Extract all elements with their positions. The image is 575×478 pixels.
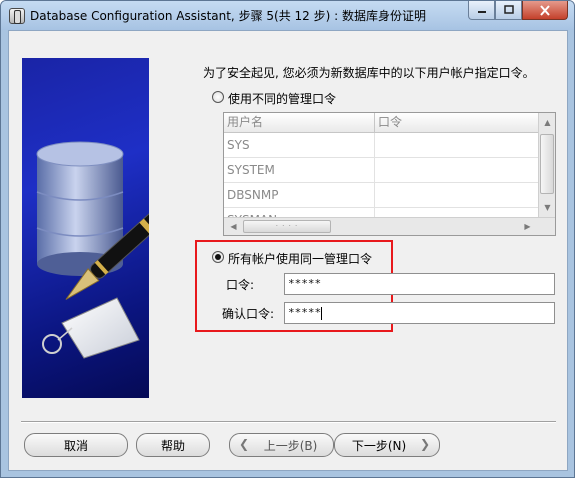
cell-password[interactable] <box>375 183 538 208</box>
horizontal-scroll-thumb[interactable]: · · · · <box>243 220 331 233</box>
intro-text: 为了安全起见, 您必须为新数据库中的以下用户帐户指定口令。 <box>203 66 535 80</box>
cell-username: SYSTEM <box>224 158 375 183</box>
cancel-button-label: 取消 <box>63 438 88 453</box>
vertical-scrollbar[interactable]: ▲ ▼ <box>538 113 555 217</box>
cell-username: DBSNMP <box>224 183 375 208</box>
app-icon[interactable] <box>9 8 25 24</box>
radio-different-passwords-label[interactable]: 使用不同的管理口令 <box>228 90 336 107</box>
help-button[interactable]: 帮助 <box>136 433 210 457</box>
cell-password[interactable] <box>375 158 538 183</box>
column-header-username[interactable]: 用户名 <box>224 113 375 133</box>
cell-username: SYS <box>224 133 375 158</box>
scroll-up-icon[interactable]: ▲ <box>540 115 555 130</box>
chevron-right-icon: ❯ <box>419 437 430 451</box>
table-body: SYS SYSTEM DBSNMP SYSMAN <box>224 133 538 217</box>
window-title: Database Configuration Assistant, 步骤 5(共… <box>30 9 426 23</box>
password-input[interactable]: ***** <box>284 273 555 295</box>
back-button[interactable]: ❮ 上一步(B) <box>229 433 334 457</box>
dialog-window: Database Configuration Assistant, 步骤 5(共… <box>0 0 575 478</box>
cell-password[interactable] <box>375 208 538 217</box>
button-separator <box>21 421 556 423</box>
table-header: 用户名 口令 <box>224 113 538 133</box>
confirm-password-value: ***** <box>288 306 322 319</box>
wizard-illustration <box>22 58 149 398</box>
title-bar[interactable]: Database Configuration Assistant, 步骤 5(共… <box>1 1 574 30</box>
next-button[interactable]: 下一步(N) ❯ <box>334 433 440 457</box>
password-label: 口令: <box>226 278 255 292</box>
cancel-button[interactable]: 取消 <box>24 433 128 457</box>
confirm-password-input[interactable]: ***** <box>284 302 555 324</box>
scroll-left-icon[interactable]: ◀ <box>226 219 241 234</box>
maximize-icon <box>503 5 514 14</box>
window-controls <box>468 1 568 20</box>
vertical-scroll-thumb[interactable] <box>540 134 554 194</box>
table-row[interactable]: DBSNMP <box>224 183 538 208</box>
radio-same-password[interactable] <box>212 251 224 263</box>
horizontal-scrollbar[interactable]: ◀ · · · · ▶ <box>224 217 555 235</box>
next-button-label: 下一步(N) <box>351 438 407 453</box>
table-row[interactable]: SYSTEM <box>224 158 538 183</box>
scroll-down-icon[interactable]: ▼ <box>540 200 555 215</box>
table-row[interactable]: SYSMAN <box>224 208 538 217</box>
text-caret <box>321 306 323 320</box>
help-button-label: 帮助 <box>160 438 185 453</box>
accounts-table: 用户名 口令 SYS SYSTEM DBSNMP SYSMAN <box>223 112 556 236</box>
confirm-password-label: 确认口令: <box>222 307 275 321</box>
chevron-left-icon: ❮ <box>239 437 250 451</box>
back-button-label: 上一步(B) <box>263 438 318 453</box>
table-row[interactable]: SYS <box>224 133 538 158</box>
maximize-button[interactable] <box>495 1 522 20</box>
password-value: ***** <box>288 277 322 290</box>
radio-different-passwords[interactable] <box>212 91 224 103</box>
column-header-password[interactable]: 口令 <box>375 113 538 133</box>
cell-username: SYSMAN <box>224 208 375 217</box>
cell-password[interactable] <box>375 133 538 158</box>
dialog-content: 为了安全起见, 您必须为新数据库中的以下用户帐户指定口令。 使用不同的管理口令 … <box>8 30 568 471</box>
close-button[interactable] <box>522 1 568 20</box>
close-icon <box>540 4 550 16</box>
scroll-right-icon[interactable]: ▶ <box>520 219 535 234</box>
minimize-icon <box>477 11 486 13</box>
database-pen-icon <box>36 141 149 359</box>
radio-same-password-label[interactable]: 所有帐户使用同一管理口令 <box>228 250 372 267</box>
minimize-button[interactable] <box>468 1 495 20</box>
